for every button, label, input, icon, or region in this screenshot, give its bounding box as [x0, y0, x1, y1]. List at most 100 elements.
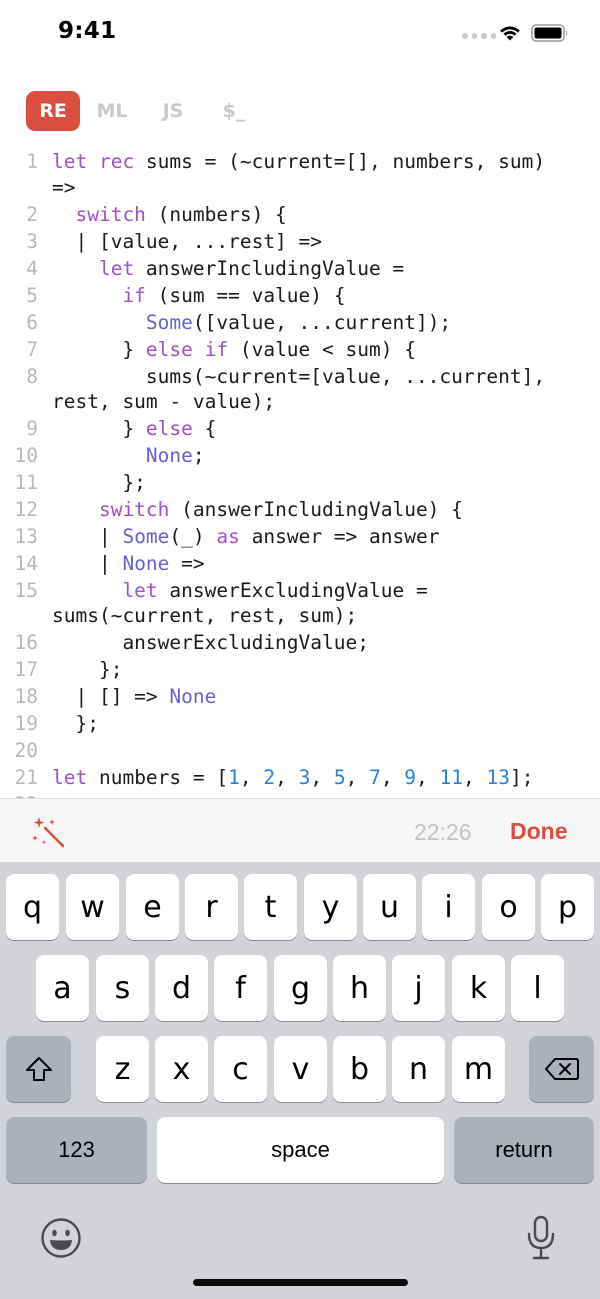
code-line[interactable]: 2 switch (numbers) {	[0, 201, 600, 228]
tab-console[interactable]: $_	[202, 91, 266, 131]
keyboard-accessory-bar: 22:26 Done	[0, 798, 600, 862]
key-g[interactable]: g	[274, 955, 327, 1021]
key-a[interactable]: a	[36, 955, 89, 1021]
line-code: sums(~current, rest, sum);	[52, 604, 358, 627]
line-code: if (sum == value) {	[52, 284, 346, 307]
code-line[interactable]: 17 };	[0, 656, 600, 683]
code-line[interactable]: 21 let numbers = [1, 2, 3, 5, 7, 9, 11, …	[0, 764, 600, 791]
key-s[interactable]: s	[96, 955, 149, 1021]
line-code: None;	[52, 444, 205, 467]
code-line[interactable]: 15 let answerExcludingValue =	[0, 577, 600, 604]
magic-wand-icon[interactable]	[30, 815, 66, 849]
code-line[interactable]: 22	[0, 791, 600, 798]
emoji-icon[interactable]	[40, 1217, 82, 1259]
code-line[interactable]: 14 | None =>	[0, 550, 600, 577]
key-c[interactable]: c	[214, 1036, 267, 1102]
line-code: };	[52, 712, 99, 735]
line-number: 15	[14, 579, 38, 602]
code-line[interactable]: 1 let rec sums = (~current=[], numbers, …	[0, 148, 600, 175]
code-line[interactable]: 12 switch (answerIncludingValue) {	[0, 496, 600, 523]
code-line[interactable]: 13 | Some(_) as answer => answer	[0, 523, 600, 550]
cursor-position: 22:26	[414, 819, 472, 845]
code-line[interactable]: 11 };	[0, 469, 600, 496]
line-code: switch (answerIncludingValue) {	[52, 498, 463, 521]
code-line[interactable]: 8 sums(~current=[value, ...current],	[0, 363, 600, 390]
key-k[interactable]: k	[452, 955, 505, 1021]
code-line-wrap[interactable]: rest, sum - value);	[0, 388, 600, 415]
line-number: 19	[14, 712, 38, 735]
tab-reason[interactable]: RE	[26, 91, 80, 131]
key-i[interactable]: i	[422, 874, 475, 940]
key-o[interactable]: o	[482, 874, 535, 940]
code-line-wrap[interactable]: sums(~current, rest, sum);	[0, 602, 600, 629]
delete-key[interactable]	[529, 1036, 594, 1102]
status-time: 9:41	[58, 18, 117, 44]
line-code: let answerIncludingValue =	[52, 257, 405, 280]
battery-icon	[531, 24, 568, 42]
code-line[interactable]: 19 };	[0, 710, 600, 737]
microphone-icon[interactable]	[525, 1215, 557, 1261]
key-z[interactable]: z	[96, 1036, 149, 1102]
tab-ocaml[interactable]: ML	[80, 91, 144, 131]
key-b[interactable]: b	[333, 1036, 386, 1102]
key-n[interactable]: n	[392, 1036, 445, 1102]
key-y[interactable]: y	[304, 874, 357, 940]
line-code: | [value, ...rest] =>	[52, 230, 323, 253]
tab-javascript[interactable]: JS	[144, 91, 202, 131]
line-code: answerExcludingValue;	[52, 631, 369, 654]
delete-icon	[544, 1058, 579, 1080]
line-number: 10	[14, 444, 38, 467]
keyboard: q w e r t y u i o p a s d f g h j k l z …	[0, 862, 600, 1299]
line-code: | Some(_) as answer => answer	[52, 525, 440, 548]
line-number: 14	[14, 552, 38, 575]
code-line[interactable]: 20	[0, 737, 600, 764]
line-number: 4	[26, 257, 38, 280]
line-number: 20	[14, 739, 38, 762]
signal-icon	[462, 31, 496, 41]
space-key[interactable]: space	[157, 1117, 444, 1183]
code-line[interactable]: 4 let answerIncludingValue =	[0, 255, 600, 282]
line-number: 5	[26, 284, 38, 307]
key-w[interactable]: w	[66, 874, 119, 940]
done-button[interactable]: Done	[510, 818, 568, 845]
key-l[interactable]: l	[511, 955, 564, 1021]
line-number: 17	[14, 658, 38, 681]
line-code: =>	[52, 176, 76, 199]
line-number: 3	[26, 230, 38, 253]
key-j[interactable]: j	[392, 955, 445, 1021]
code-line[interactable]: 10 None;	[0, 442, 600, 469]
key-r[interactable]: r	[185, 874, 238, 940]
shift-icon	[25, 1057, 52, 1081]
line-code: sums(~current=[value, ...current],	[52, 365, 546, 388]
code-line[interactable]: 5 if (sum == value) {	[0, 282, 600, 309]
key-e[interactable]: e	[126, 874, 179, 940]
key-m[interactable]: m	[452, 1036, 505, 1102]
line-code: let rec sums = (~current=[], numbers, su…	[52, 150, 546, 173]
code-line[interactable]: 3 | [value, ...rest] =>	[0, 228, 600, 255]
line-number: 1	[26, 150, 38, 173]
line-code: rest, sum - value);	[52, 390, 276, 413]
key-v[interactable]: v	[274, 1036, 327, 1102]
code-line[interactable]: 6 Some([value, ...current]);	[0, 309, 600, 336]
key-h[interactable]: h	[333, 955, 386, 1021]
line-number: 18	[14, 685, 38, 708]
line-number: 16	[14, 631, 38, 654]
key-t[interactable]: t	[244, 874, 297, 940]
return-key[interactable]: return	[454, 1117, 594, 1183]
code-line[interactable]: 9 } else {	[0, 415, 600, 442]
line-code: };	[52, 658, 123, 681]
code-line[interactable]: 16 answerExcludingValue;	[0, 629, 600, 656]
key-d[interactable]: d	[155, 955, 208, 1021]
code-line-wrap[interactable]: =>	[0, 174, 600, 201]
shift-key[interactable]	[6, 1036, 71, 1102]
numbers-key[interactable]: 123	[6, 1117, 147, 1183]
key-x[interactable]: x	[155, 1036, 208, 1102]
code-editor[interactable]: 1 let rec sums = (~current=[], numbers, …	[0, 148, 600, 798]
key-f[interactable]: f	[214, 955, 267, 1021]
code-line[interactable]: 18 | [] => None	[0, 683, 600, 710]
line-number: 12	[14, 498, 38, 521]
key-p[interactable]: p	[541, 874, 594, 940]
code-line[interactable]: 7 } else if (value < sum) {	[0, 336, 600, 363]
key-u[interactable]: u	[363, 874, 416, 940]
key-q[interactable]: q	[6, 874, 59, 940]
